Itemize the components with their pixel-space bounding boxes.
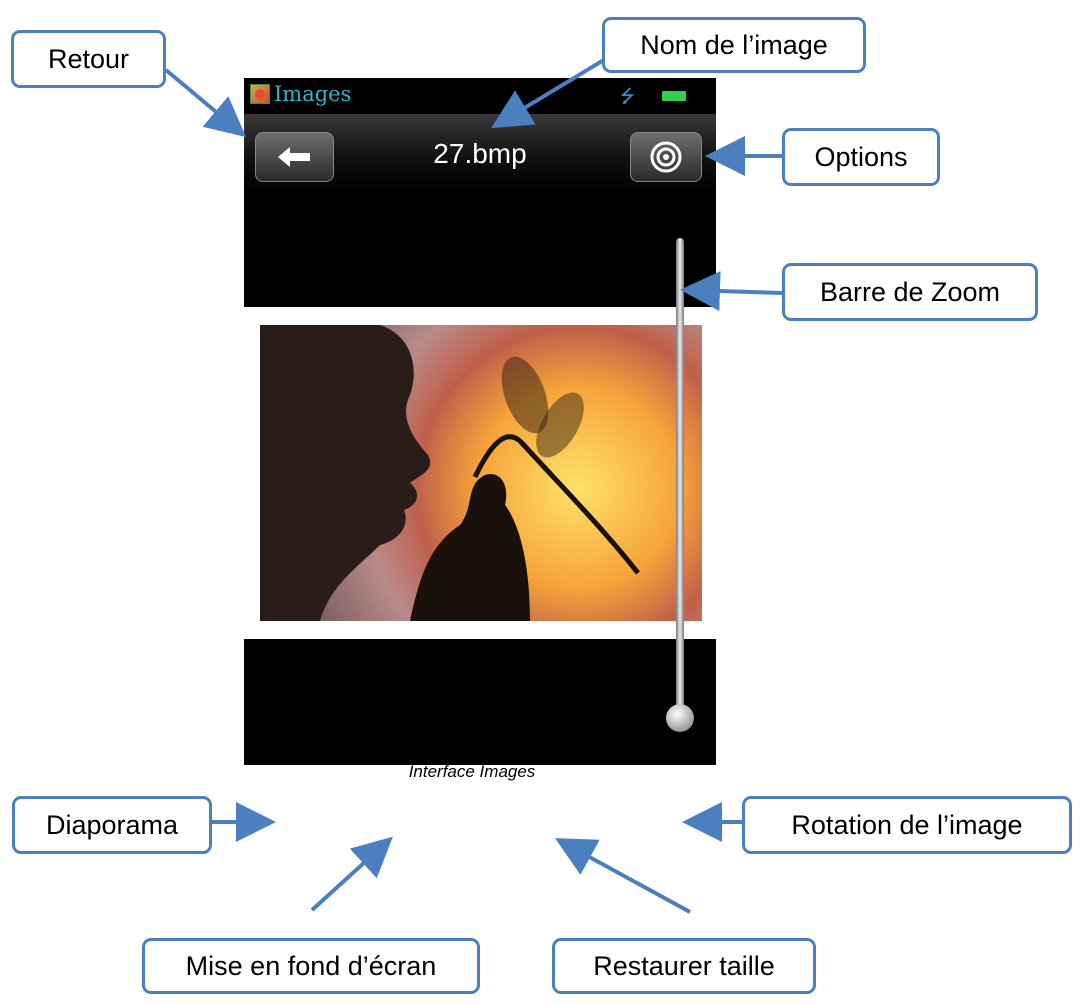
- callout-zoom-bar: Barre de Zoom: [782, 263, 1038, 321]
- callout-slideshow: Diaporama: [12, 796, 212, 854]
- callout-wallpaper: Mise en fond d’écran: [142, 938, 480, 994]
- callout-back: Retour: [11, 30, 166, 88]
- callout-image-name: Nom de l’image: [602, 17, 866, 73]
- callout-rotation: Rotation de l’image: [742, 796, 1072, 854]
- callout-restore-size: Restaurer taille: [552, 938, 816, 994]
- callout-options: Options: [782, 128, 940, 186]
- figure-caption: Interface Images: [408, 762, 536, 781]
